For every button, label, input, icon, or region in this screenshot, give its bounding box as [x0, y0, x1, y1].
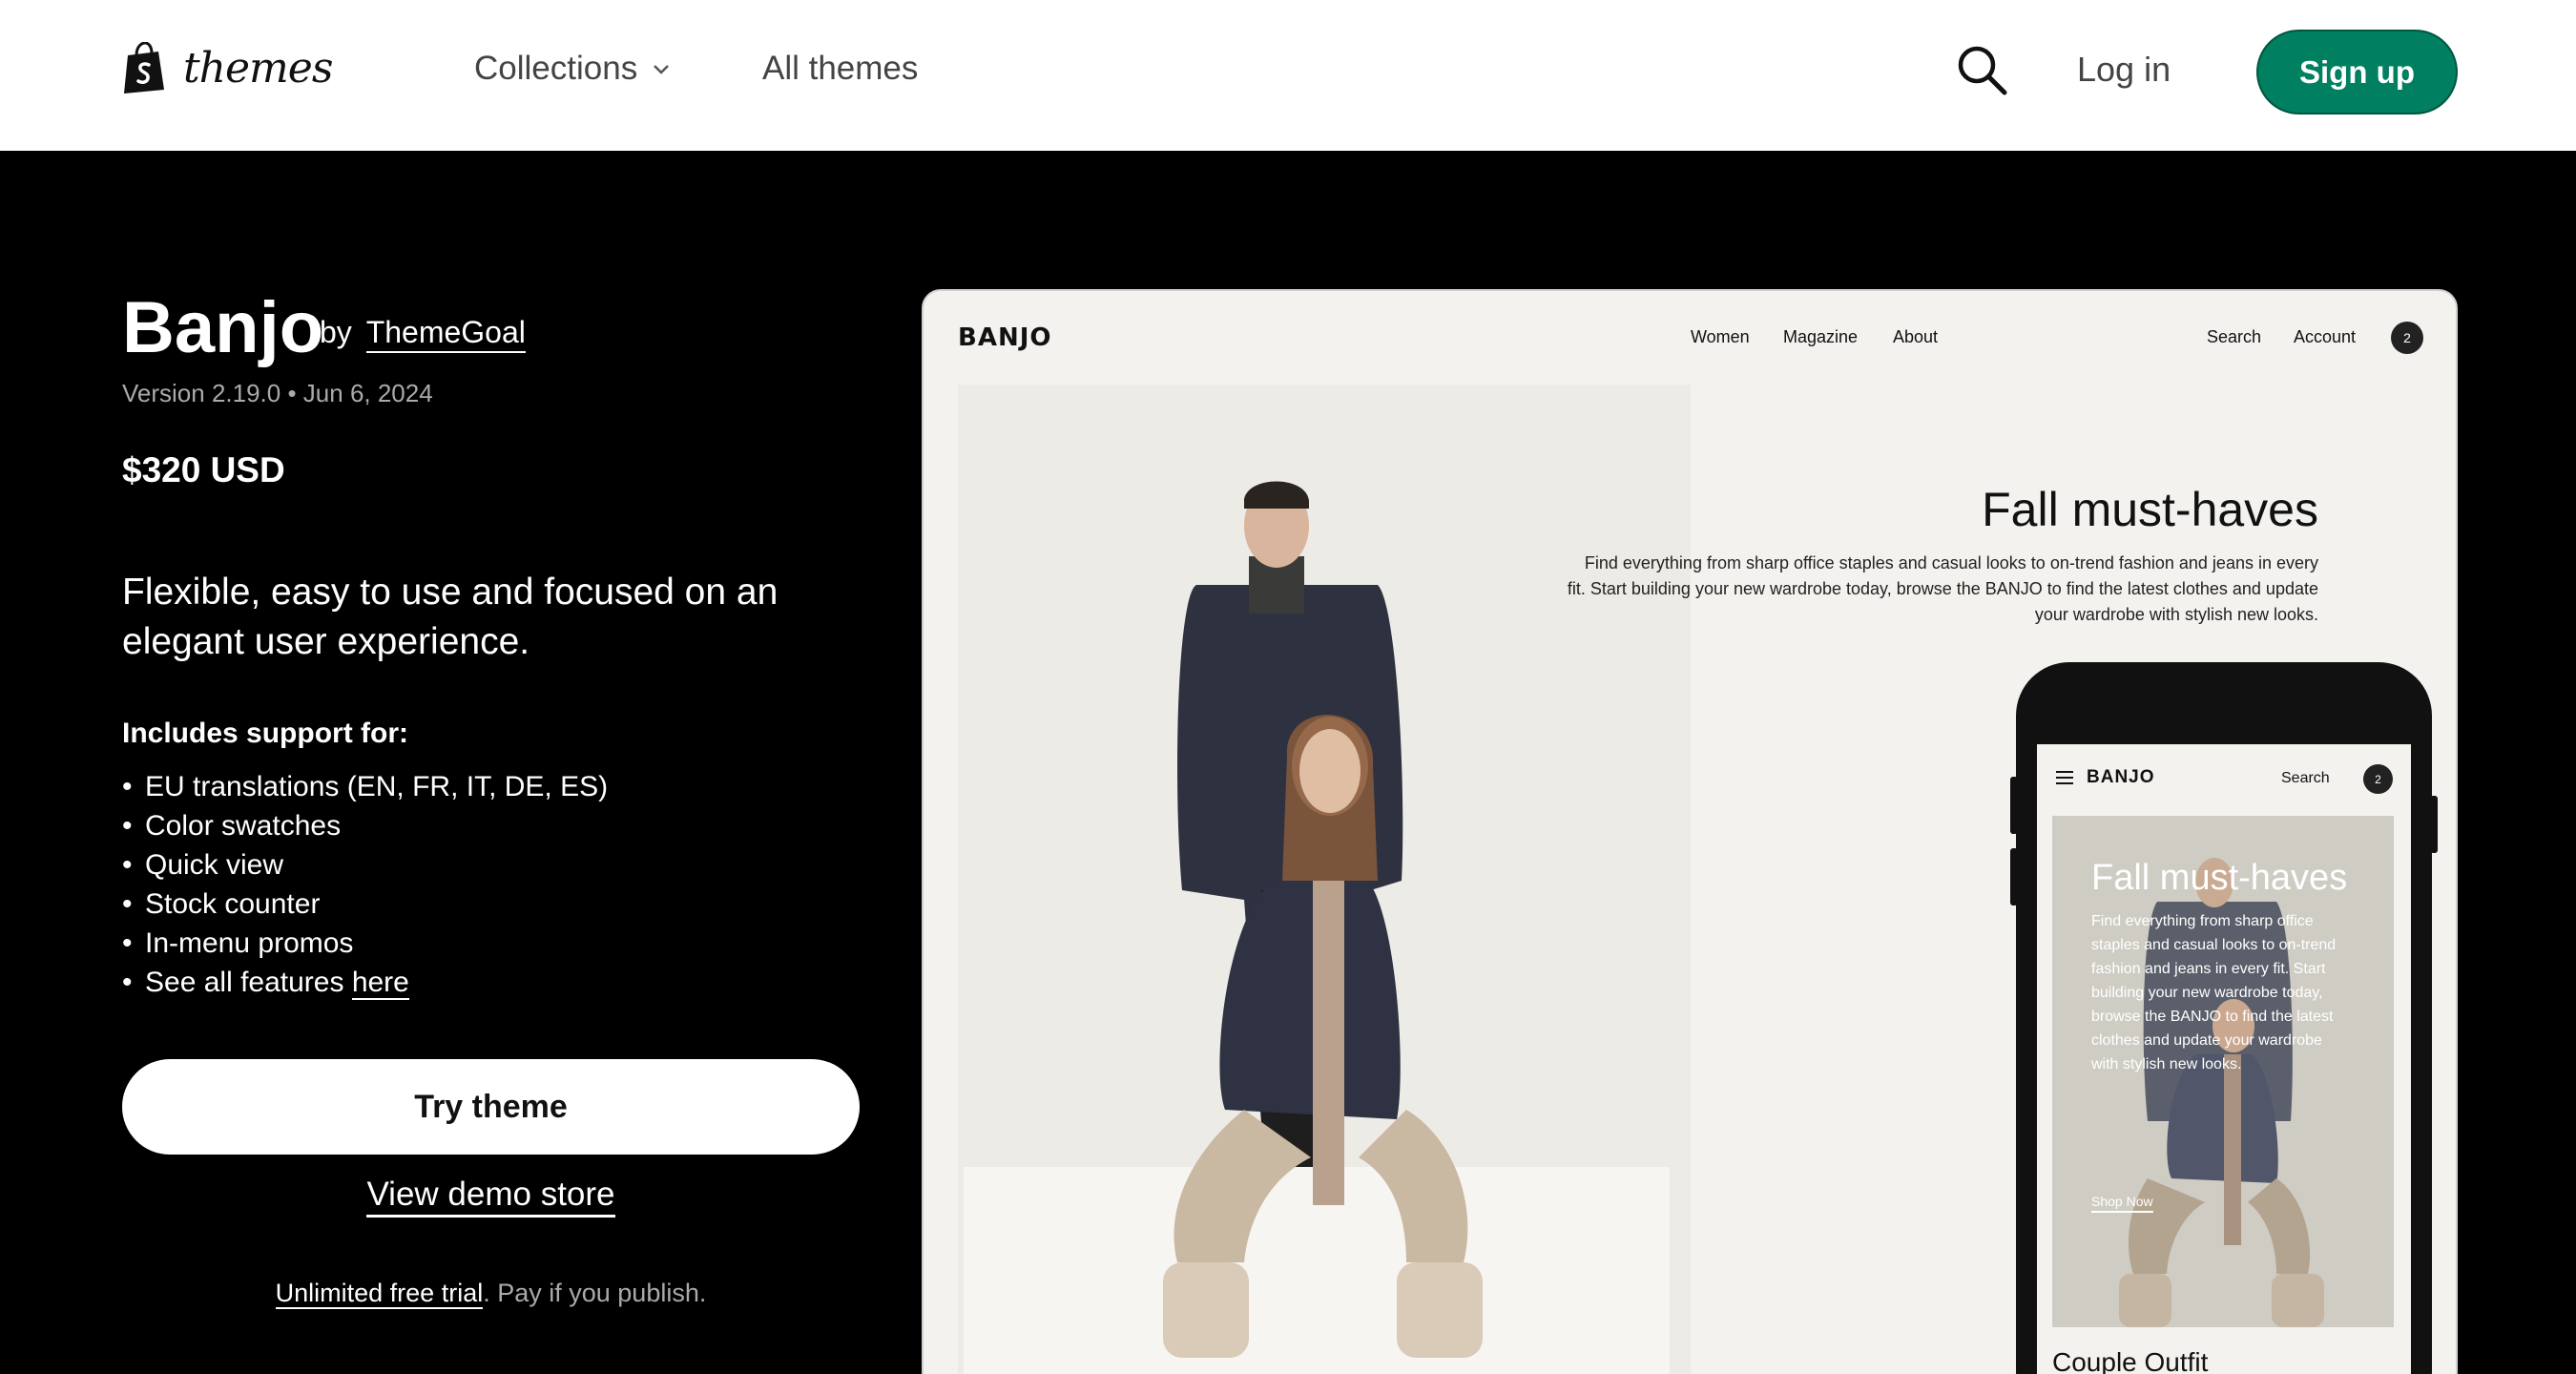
mobile-screen: BANJO Search 2 Fall must-haves Find ever…	[2037, 744, 2411, 1374]
signup-button[interactable]: Sign up	[2256, 30, 2458, 114]
by-label: by	[320, 315, 352, 349]
login-link[interactable]: Log in	[2077, 50, 2171, 90]
try-theme-button[interactable]: Try theme	[122, 1059, 860, 1155]
preview-search-link: Search	[2207, 327, 2262, 346]
search-icon[interactable]	[1954, 42, 2009, 97]
trial-note: Unlimited free trial. Pay if you publish…	[122, 1279, 860, 1309]
mobile-hero-description: Find everything from sharp office staple…	[2091, 913, 2337, 1072]
mobile-hero: Fall must-haves Find everything from sha…	[2052, 816, 2394, 1327]
mobile-product-caption: Couple Outfit	[2052, 1347, 2209, 1374]
phone-side-button	[2010, 848, 2018, 906]
hero-photo	[958, 385, 1691, 1374]
view-demo-store-wrapper: View demo store	[122, 1176, 860, 1218]
shopify-themes-logo[interactable]: themes	[122, 42, 333, 94]
feature-item: Color swatches	[122, 806, 608, 845]
support-heading: Includes support for:	[122, 718, 408, 749]
mobile-preview-phone: BANJO Search 2 Fall must-haves Find ever…	[2010, 662, 2438, 1374]
phone-side-button	[2430, 796, 2438, 853]
theme-tagline: Flexible, easy to use and focused on an …	[122, 572, 779, 662]
models-illustration	[958, 385, 1691, 1374]
logo-text: themes	[183, 43, 333, 93]
theme-preview: BANJO Women Magazine About Search Accoun…	[922, 289, 2458, 1374]
feature-item: EU translations (EN, FR, IT, DE, ES)	[122, 767, 608, 806]
top-navigation: themes Collections All themes Log in Sig…	[0, 0, 2576, 151]
preview-menu-magazine: Magazine	[1783, 327, 1859, 346]
preview-heading: Fall must-haves	[1982, 483, 2318, 536]
free-trial-link[interactable]: Unlimited free trial	[275, 1279, 484, 1309]
feature-item-see-all: See all features here	[122, 963, 608, 1002]
release-date: Jun 6, 2024	[302, 379, 433, 407]
preview-account-link: Account	[2294, 327, 2357, 346]
feature-item: Quick view	[122, 845, 608, 885]
phone-side-button	[2010, 777, 2018, 834]
preview-description: Find everything from sharp office staple…	[1567, 553, 2318, 624]
chevron-down-icon	[654, 65, 670, 74]
mobile-hero-heading: Fall must-haves	[2091, 858, 2348, 898]
theme-author: by ThemeGoal	[320, 315, 526, 353]
feature-item: Stock counter	[122, 885, 608, 924]
version-info: Version 2.19.0 • Jun 6, 2024	[122, 379, 433, 408]
separator-dot: •	[287, 379, 303, 407]
preview-cart-badge: 2	[2391, 322, 2423, 354]
feature-item: In-menu promos	[122, 924, 608, 963]
hamburger-menu-icon	[2056, 771, 2073, 784]
theme-price: $320 USD	[122, 450, 285, 489]
shopify-bag-icon	[124, 42, 164, 94]
mobile-shop-now-link: Shop Now	[2091, 1194, 2153, 1213]
mobile-search-link: Search	[2281, 770, 2330, 786]
features-list: EU translations (EN, FR, IT, DE, ES) Col…	[122, 767, 608, 1002]
mobile-cart-badge: 2	[2363, 764, 2393, 794]
version-number: Version 2.19.0	[122, 379, 281, 407]
mobile-logo: BANJO	[2087, 767, 2155, 787]
theme-title: Banjo	[122, 287, 324, 368]
trial-note-text: . Pay if you publish.	[483, 1279, 707, 1307]
see-all-text: See all features	[145, 967, 344, 998]
view-demo-store-link[interactable]: View demo store	[366, 1176, 615, 1218]
preview-menu-about: About	[1893, 327, 1939, 346]
nav-collections-label: Collections	[474, 50, 638, 87]
nav-collections-dropdown[interactable]: Collections	[474, 50, 672, 88]
preview-logo: BANJO	[958, 323, 1052, 352]
preview-menu-women: Women	[1691, 327, 1750, 346]
author-link[interactable]: ThemeGoal	[365, 315, 526, 353]
see-all-features-link[interactable]: here	[351, 967, 409, 1000]
nav-all-themes-link[interactable]: All themes	[762, 50, 918, 88]
